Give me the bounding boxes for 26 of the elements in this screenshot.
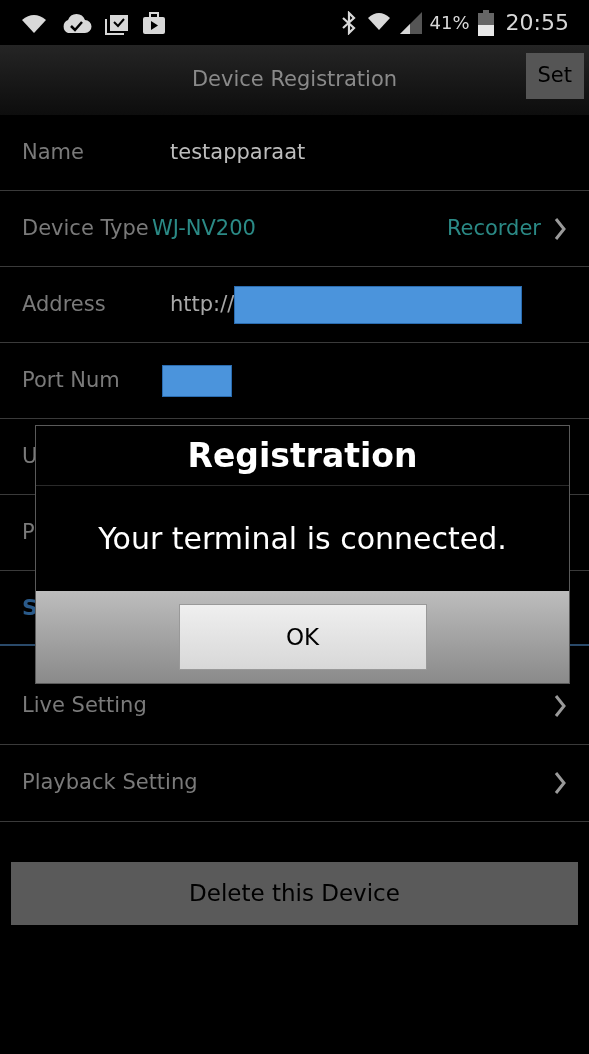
section-title: S: [22, 594, 38, 622]
battery-icon: [477, 9, 494, 36]
bag-play-icon: [142, 10, 166, 35]
chevron-icon: [553, 771, 567, 795]
chevron-icon: [553, 216, 567, 241]
field-label: Device Type: [22, 215, 149, 240]
battery-percent: 41%: [429, 11, 470, 35]
delete-device-button[interactable]: Delete this Device: [11, 862, 578, 925]
settings-link[interactable]: Playback Setting: [0, 745, 589, 822]
field-label: Address: [22, 291, 106, 316]
field-label: Port Num: [22, 367, 120, 392]
dialog-message: Your terminal is connected.: [98, 520, 507, 558]
redaction-block: [162, 364, 232, 397]
chevron-icon: [553, 694, 567, 718]
signal-icon: [399, 11, 422, 34]
ok-button[interactable]: OK: [178, 604, 427, 670]
screen-title: Device Registration: [191, 66, 398, 94]
field-value: http://: [170, 290, 235, 318]
set-button[interactable]: Set: [525, 53, 584, 99]
clock: 20:55: [505, 9, 569, 37]
field-extra[interactable]: Recorder: [446, 212, 541, 245]
field-value: WJ-NV200: [152, 214, 256, 242]
field-value: testapparaat: [170, 138, 306, 166]
field-label: Name: [22, 139, 84, 164]
dialog-title: Registration: [187, 434, 418, 477]
field-label: P: [22, 519, 35, 544]
